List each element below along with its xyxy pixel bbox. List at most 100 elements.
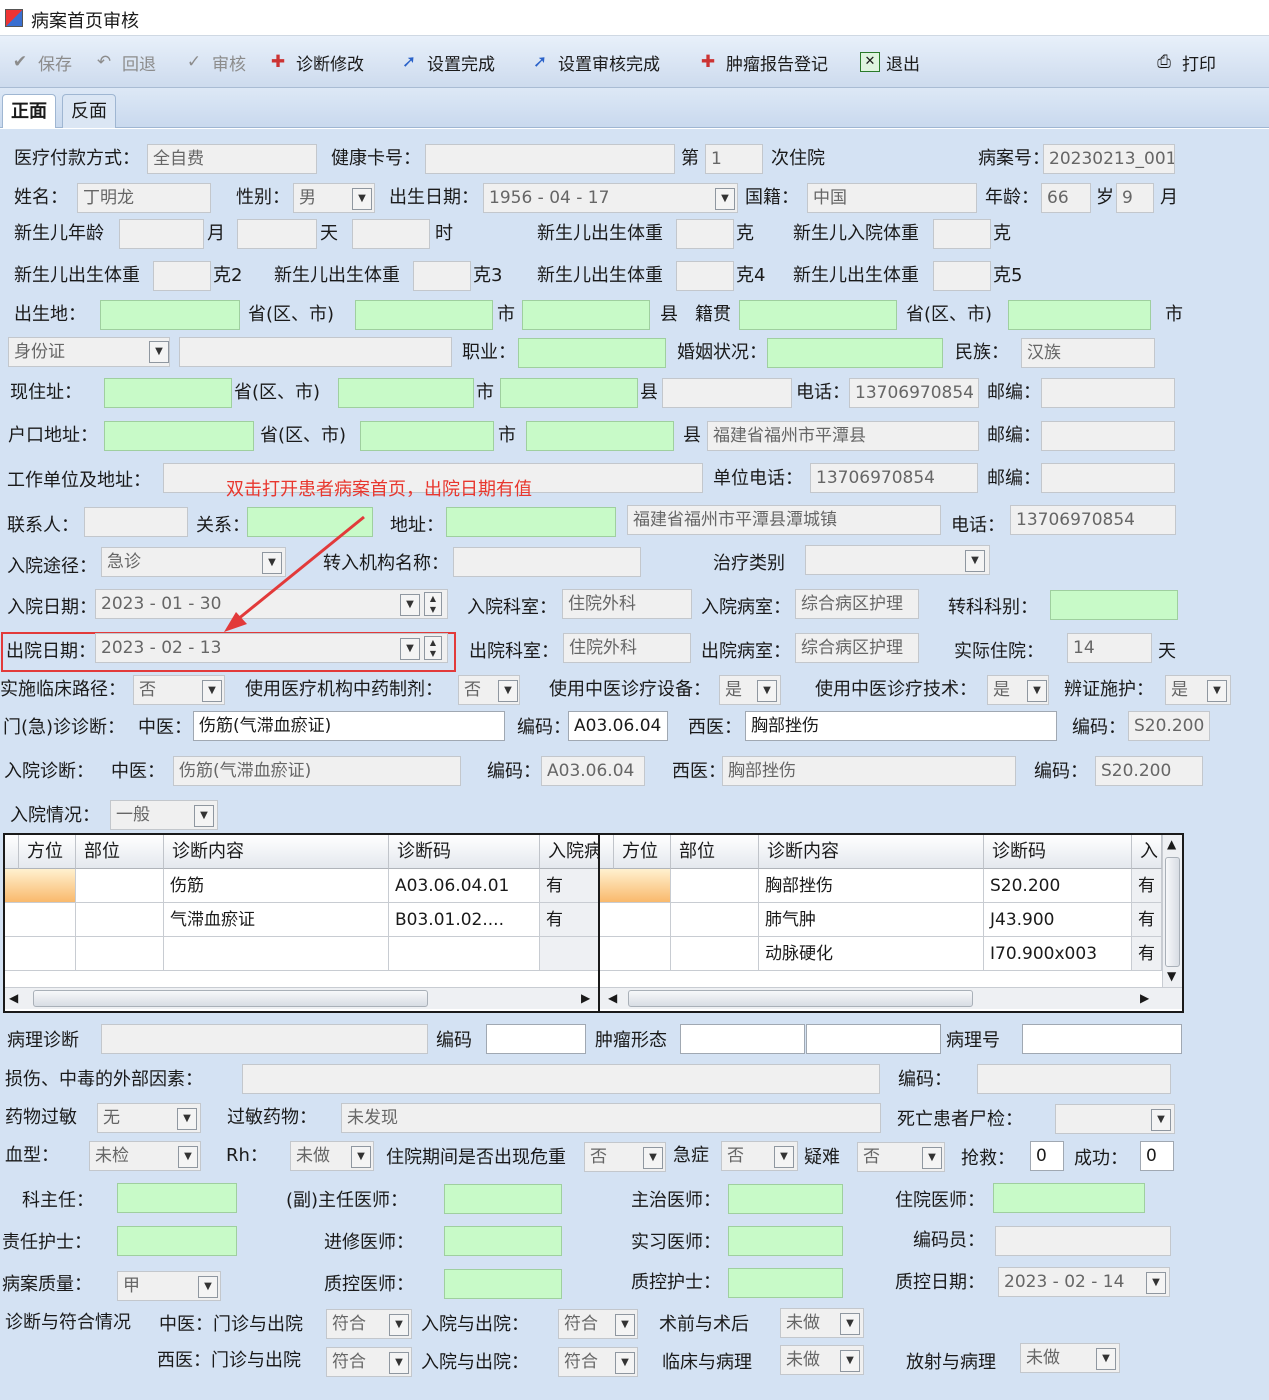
table-row[interactable] bbox=[5, 903, 76, 937]
table-cell[interactable]: A03.06.04.01 bbox=[389, 869, 540, 903]
chevron-down-icon[interactable]: ▼ bbox=[177, 1108, 197, 1130]
table-cell[interactable] bbox=[164, 937, 389, 971]
er-tcm-code-field[interactable]: A03.06.04 bbox=[568, 711, 668, 741]
chevron-down-icon[interactable]: ▼ bbox=[615, 1352, 635, 1374]
chevron-down-icon[interactable]: ▼ bbox=[1027, 680, 1047, 702]
chevron-down-icon[interactable]: ▼ bbox=[389, 1314, 409, 1336]
adm-wm-code-field[interactable]: S20.200 bbox=[1095, 756, 1203, 786]
chevron-down-icon[interactable]: ▼ bbox=[351, 1146, 371, 1168]
grid-header-part[interactable]: 部位 bbox=[76, 835, 164, 869]
injury-cause-field[interactable] bbox=[242, 1064, 880, 1094]
allergy-drug-field[interactable]: 未发现 bbox=[341, 1103, 881, 1133]
er-tcm-diagnosis-field[interactable]: 伤筋(气滞血瘀证) bbox=[193, 711, 505, 741]
table-cell[interactable]: 动脉硬化 bbox=[759, 937, 984, 971]
er-wm-diagnosis-field[interactable]: 胸部挫伤 bbox=[745, 711, 1057, 741]
scroll-right-icon[interactable]: ▶ bbox=[581, 991, 590, 1005]
rescue-field[interactable]: 0 bbox=[1030, 1141, 1064, 1171]
chevron-down-icon[interactable]: ▼ bbox=[615, 1314, 635, 1336]
responsible-nurse-field[interactable] bbox=[117, 1226, 237, 1256]
scroll-up-icon[interactable]: ▲ bbox=[1167, 837, 1176, 851]
chevron-down-icon[interactable]: ▼ bbox=[757, 680, 777, 702]
table-row[interactable] bbox=[5, 937, 76, 971]
qc-doctor-field[interactable] bbox=[444, 1269, 562, 1299]
resident-doctor-field[interactable] bbox=[993, 1183, 1145, 1213]
scroll-left-icon[interactable]: ◀ bbox=[9, 991, 18, 1005]
table-cell[interactable]: S20.200 bbox=[984, 869, 1132, 903]
table-cell[interactable] bbox=[389, 937, 540, 971]
table-cell[interactable]: 伤筋 bbox=[164, 869, 389, 903]
table-cell[interactable]: 有 bbox=[540, 869, 600, 903]
chevron-down-icon[interactable]: ▼ bbox=[178, 1146, 198, 1168]
success-field[interactable]: 0 bbox=[1140, 1141, 1174, 1171]
table-cell[interactable] bbox=[540, 937, 600, 971]
grid-header-admission[interactable]: 入院病 bbox=[540, 835, 600, 869]
chevron-down-icon[interactable]: ▼ bbox=[1207, 680, 1227, 702]
qc-nurse-field[interactable] bbox=[728, 1268, 843, 1298]
scroll-left-icon[interactable]: ◀ bbox=[608, 991, 617, 1005]
table-cell[interactable]: 有 bbox=[1132, 937, 1162, 971]
scroll-down-icon[interactable]: ▼ bbox=[1167, 969, 1176, 983]
er-wm-code-field[interactable]: S20.200 bbox=[1128, 711, 1210, 741]
grid-header-code[interactable]: 诊断码 bbox=[389, 835, 540, 869]
table-cell[interactable]: 有 bbox=[1132, 869, 1162, 903]
grid-header-admission[interactable]: 入 bbox=[1132, 835, 1162, 869]
pathology-no-field[interactable] bbox=[1022, 1024, 1182, 1054]
adm-tcm-diagnosis-field[interactable]: 伤筋(气滞血瘀证) bbox=[173, 756, 461, 786]
table-cell[interactable]: I70.900x003 bbox=[984, 937, 1132, 971]
scroll-thumb[interactable] bbox=[33, 990, 428, 1007]
chevron-down-icon[interactable]: ▼ bbox=[1151, 1109, 1171, 1131]
grid-header-content[interactable]: 诊断内容 bbox=[164, 835, 389, 869]
chevron-down-icon[interactable]: ▼ bbox=[1096, 1348, 1116, 1370]
adm-wm-diagnosis-field[interactable]: 胸部挫伤 bbox=[722, 756, 1016, 786]
grid-header-content[interactable]: 诊断内容 bbox=[759, 835, 984, 869]
injury-code-field[interactable] bbox=[977, 1064, 1171, 1094]
attending-doctor-field[interactable] bbox=[728, 1184, 843, 1214]
grid-header-position[interactable]: 方位 bbox=[19, 835, 76, 869]
table-cell[interactable] bbox=[76, 903, 164, 937]
scroll-thumb[interactable] bbox=[628, 990, 973, 1007]
table-cell[interactable]: 肺气肿 bbox=[759, 903, 984, 937]
table-row[interactable] bbox=[600, 869, 671, 903]
tumor-form-code-field[interactable] bbox=[806, 1024, 941, 1054]
scroll-right-icon[interactable]: ▶ bbox=[1140, 991, 1149, 1005]
scroll-thumb[interactable] bbox=[1165, 857, 1180, 967]
chevron-down-icon[interactable]: ▼ bbox=[922, 1147, 942, 1169]
table-cell[interactable] bbox=[76, 869, 164, 903]
chevron-down-icon[interactable]: ▼ bbox=[194, 805, 214, 827]
chevron-down-icon[interactable]: ▼ bbox=[840, 1313, 860, 1335]
tumor-form-field[interactable] bbox=[680, 1024, 805, 1054]
advanced-doctor-field[interactable] bbox=[444, 1226, 562, 1256]
table-row[interactable] bbox=[600, 937, 671, 971]
table-cell[interactable]: 有 bbox=[1132, 903, 1162, 937]
qc-date-field[interactable]: 2023 - 02 - 14 bbox=[998, 1267, 1170, 1297]
chevron-down-icon[interactable]: ▼ bbox=[840, 1350, 860, 1372]
pathology-code-field[interactable] bbox=[486, 1024, 586, 1054]
table-cell[interactable]: 胸部挫伤 bbox=[759, 869, 984, 903]
chevron-down-icon[interactable]: ▼ bbox=[202, 680, 222, 702]
grid-header-part[interactable]: 部位 bbox=[671, 835, 759, 869]
chevron-down-icon[interactable]: ▼ bbox=[643, 1147, 663, 1169]
table-row[interactable] bbox=[5, 869, 76, 903]
pathology-diagnosis-field[interactable] bbox=[101, 1024, 428, 1054]
horizontal-scrollbar[interactable]: ◀ ▶ bbox=[600, 987, 1182, 1009]
grid-header-position[interactable]: 方位 bbox=[614, 835, 671, 869]
horizontal-scrollbar[interactable]: ◀ ▶ bbox=[5, 987, 598, 1009]
chevron-down-icon[interactable]: ▼ bbox=[389, 1352, 409, 1374]
table-cell[interactable] bbox=[671, 869, 759, 903]
grid-header-code[interactable]: 诊断码 bbox=[984, 835, 1132, 869]
chevron-down-icon[interactable]: ▼ bbox=[498, 680, 518, 702]
chevron-down-icon[interactable]: ▼ bbox=[198, 1276, 218, 1298]
table-cell[interactable] bbox=[671, 903, 759, 937]
vertical-scrollbar[interactable]: ▲ ▼ bbox=[1162, 835, 1182, 987]
table-cell[interactable]: 气滞血瘀证 bbox=[164, 903, 389, 937]
dept-head-field[interactable] bbox=[117, 1183, 237, 1213]
chevron-down-icon[interactable]: ▼ bbox=[774, 1146, 794, 1168]
chief-doctor-field[interactable] bbox=[444, 1184, 562, 1214]
table-cell[interactable] bbox=[76, 937, 164, 971]
chevron-down-icon[interactable]: ▼ bbox=[1146, 1272, 1166, 1294]
coder-field[interactable] bbox=[995, 1226, 1171, 1256]
table-row[interactable] bbox=[600, 903, 671, 937]
intern-doctor-field[interactable] bbox=[728, 1226, 843, 1256]
table-cell[interactable]: B03.01.02.... bbox=[389, 903, 540, 937]
table-cell[interactable]: 有 bbox=[540, 903, 600, 937]
